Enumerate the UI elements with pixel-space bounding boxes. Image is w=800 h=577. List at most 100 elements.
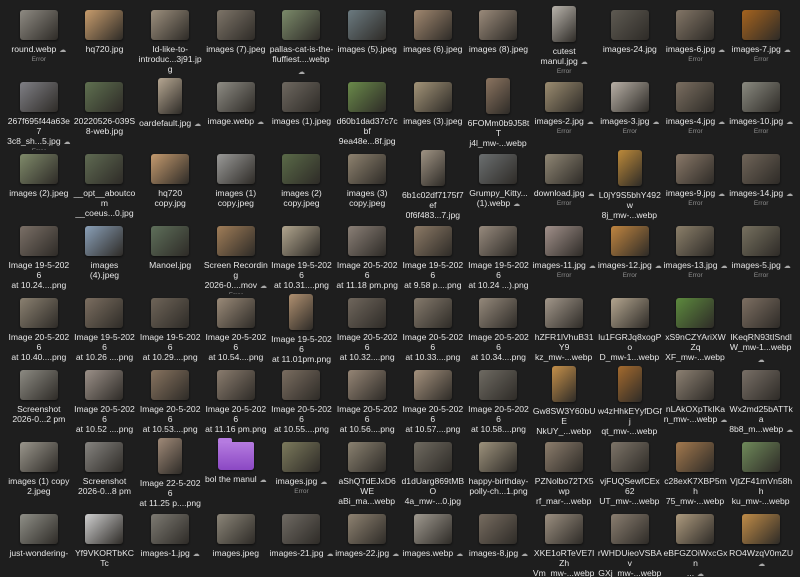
file-thumbnail[interactable]: [742, 226, 781, 256]
file-item[interactable]: images-4.jpg ☁ Error: [663, 78, 729, 150]
file-thumbnail[interactable]: [151, 10, 190, 40]
file-thumbnail[interactable]: [85, 82, 124, 112]
file-item[interactable]: c28exK7XBP5mh 75_mw-...webp ☁: [663, 438, 729, 510]
file-thumbnail[interactable]: [348, 82, 387, 112]
file-item[interactable]: Image 19-5-2026 at 11.01pm.png: [269, 294, 335, 366]
file-thumbnail[interactable]: [545, 442, 584, 472]
file-thumbnail[interactable]: [348, 442, 387, 472]
file-thumbnail[interactable]: [479, 442, 518, 472]
file-thumbnail[interactable]: [85, 370, 124, 400]
file-item[interactable]: images.jpeg: [203, 510, 269, 577]
file-item[interactable]: Image 20-5-2026 at 10.57....png: [400, 366, 466, 438]
file-item[interactable]: 267f695f44a63e7 3c8_sh...5.jpg ☁Error: [6, 78, 72, 150]
file-item[interactable]: bol the manul ☁: [203, 438, 269, 510]
file-item[interactable]: Image 20-5-2026 at 10.58....png: [466, 366, 532, 438]
file-item[interactable]: d60b1dad37c7cbf 9ea48e...8f.jpg: [334, 78, 400, 150]
file-thumbnail[interactable]: [479, 370, 518, 400]
file-thumbnail[interactable]: [19, 82, 58, 112]
file-thumbnail[interactable]: [479, 10, 518, 40]
file-item[interactable]: images-1.jpg ☁: [137, 510, 203, 577]
file-thumbnail[interactable]: [552, 6, 577, 42]
file-item[interactable]: images (1).jpeg: [269, 78, 335, 150]
file-item[interactable]: images-12.jpg ☁ Error: [597, 222, 663, 294]
file-item[interactable]: Image 20-5-2026 at 10.32....png: [334, 294, 400, 366]
file-item[interactable]: images-21.jpg ☁: [269, 510, 335, 577]
file-item[interactable]: Yf9VKORTbKCTc: [72, 510, 138, 577]
file-thumbnail[interactable]: [413, 82, 452, 112]
file-item[interactable]: Image 20-5-2026 at 10.34....png: [466, 294, 532, 366]
file-thumbnail[interactable]: [479, 298, 518, 328]
file-item[interactable]: lu1FGRJq8xogPo D_mw-1...webp ☁: [597, 294, 663, 366]
file-item[interactable]: download.jpg ☁ Error: [531, 150, 597, 222]
file-item[interactable]: w4zHhkEYyfDGfj qt_mw-...webp ☁: [597, 366, 663, 438]
file-thumbnail[interactable]: [413, 514, 452, 544]
file-item[interactable]: images.webp ☁: [400, 510, 466, 577]
file-item[interactable]: pallas-cat-is-the- fluffiest....webp ☁: [269, 6, 335, 78]
file-item[interactable]: Image 20-5-2026 at 10.56....png: [334, 366, 400, 438]
file-thumbnail[interactable]: [19, 226, 58, 256]
file-thumbnail[interactable]: [545, 298, 584, 328]
file-thumbnail[interactable]: [742, 442, 781, 472]
file-thumbnail[interactable]: [216, 10, 255, 40]
file-item[interactable]: 6FOMm0b9J58tT j4l_mw-...webp ☁Error: [466, 78, 532, 150]
file-item[interactable]: eBFGZOiWxcGxn ... ☁: [663, 510, 729, 577]
file-thumbnail[interactable]: [413, 370, 452, 400]
file-item[interactable]: Image 20-5-2026 at 10.33....png: [400, 294, 466, 366]
file-thumbnail[interactable]: [85, 154, 124, 184]
file-thumbnail[interactable]: [610, 514, 649, 544]
file-thumbnail[interactable]: [282, 226, 321, 256]
file-thumbnail[interactable]: [19, 442, 58, 472]
file-item[interactable]: images-13.jpg ☁ Error: [663, 222, 729, 294]
file-item[interactable]: Manoel.jpg: [137, 222, 203, 294]
file-thumbnail[interactable]: [610, 82, 649, 112]
file-item[interactable]: aShQTdEJxD6WE aBi_ma...webp ☁: [334, 438, 400, 510]
file-thumbnail[interactable]: [151, 514, 190, 544]
file-item[interactable]: hZFR1lVhuB31Y9 kz_mw-...webp ☁: [531, 294, 597, 366]
file-item[interactable]: images-10.jpg ☁ Error: [728, 78, 794, 150]
file-item[interactable]: images-7.jpg ☁ Error: [728, 6, 794, 78]
file-thumbnail[interactable]: [479, 514, 518, 544]
file-thumbnail[interactable]: [151, 154, 190, 184]
file-item[interactable]: images (1) copy.jpeg: [203, 150, 269, 222]
file-item[interactable]: XKE1oRTeVE7IZh Vm_mw-...webp ☁: [531, 510, 597, 577]
file-item[interactable]: Image 22-5-2026 at 11.25 p....png: [137, 438, 203, 510]
file-thumbnail[interactable]: [545, 514, 584, 544]
file-item[interactable]: images-22.jpg ☁: [334, 510, 400, 577]
file-item[interactable]: Screenshot 2026-0...2 pm: [6, 366, 72, 438]
file-item[interactable]: images (8).jpeg: [466, 6, 532, 78]
file-thumbnail[interactable]: [85, 226, 124, 256]
file-item[interactable]: __opt__aboutcom __coeus...0.jpg: [72, 150, 138, 222]
folder-icon[interactable]: [217, 438, 254, 470]
file-item[interactable]: images (3) copy.jpeg: [334, 150, 400, 222]
file-item[interactable]: images.jpg ☁ Error: [269, 438, 335, 510]
file-thumbnail[interactable]: [289, 294, 314, 330]
file-item[interactable]: Image 19-5-2026 at 10.24....png: [6, 222, 72, 294]
file-item[interactable]: Image 20-5-2026 at 10.54....png: [203, 294, 269, 366]
file-thumbnail[interactable]: [742, 370, 781, 400]
file-thumbnail[interactable]: [676, 442, 715, 472]
file-item[interactable]: images (3).jpeg: [400, 78, 466, 150]
file-thumbnail[interactable]: [282, 442, 321, 472]
file-item[interactable]: images (7).jpeg: [203, 6, 269, 78]
file-thumbnail[interactable]: [348, 10, 387, 40]
file-item[interactable]: Image 20-5-2026 at 10.52 ....png: [72, 366, 138, 438]
file-item[interactable]: images-11.jpg ☁ Error: [531, 222, 597, 294]
file-item[interactable]: images-5.jpg ☁ Error: [728, 222, 794, 294]
file-thumbnail[interactable]: [742, 82, 781, 112]
file-thumbnail[interactable]: [19, 514, 58, 544]
file-thumbnail[interactable]: [420, 150, 445, 186]
file-thumbnail[interactable]: [676, 298, 715, 328]
file-item[interactable]: Image 20-5-2026 at 11.18 pm.png: [334, 222, 400, 294]
file-item[interactable]: cutest manul.jpg ☁ Error: [531, 6, 597, 78]
file-thumbnail[interactable]: [610, 298, 649, 328]
file-item[interactable]: oardefault.jpg ☁: [137, 78, 203, 150]
file-item[interactable]: images-3.jpg ☁ Error: [597, 78, 663, 150]
file-thumbnail[interactable]: [413, 10, 452, 40]
file-item[interactable]: images (2) copy.jpeg: [269, 150, 335, 222]
file-item[interactable]: VjtZF41mVn58hh ku_mw-...webp ☁: [728, 438, 794, 510]
file-item[interactable]: Image 19-5-2026 at 10.31....png: [269, 222, 335, 294]
file-thumbnail[interactable]: [676, 370, 715, 400]
file-thumbnail[interactable]: [282, 514, 321, 544]
file-item[interactable]: just-wondering-: [6, 510, 72, 577]
file-thumbnail[interactable]: [545, 82, 584, 112]
